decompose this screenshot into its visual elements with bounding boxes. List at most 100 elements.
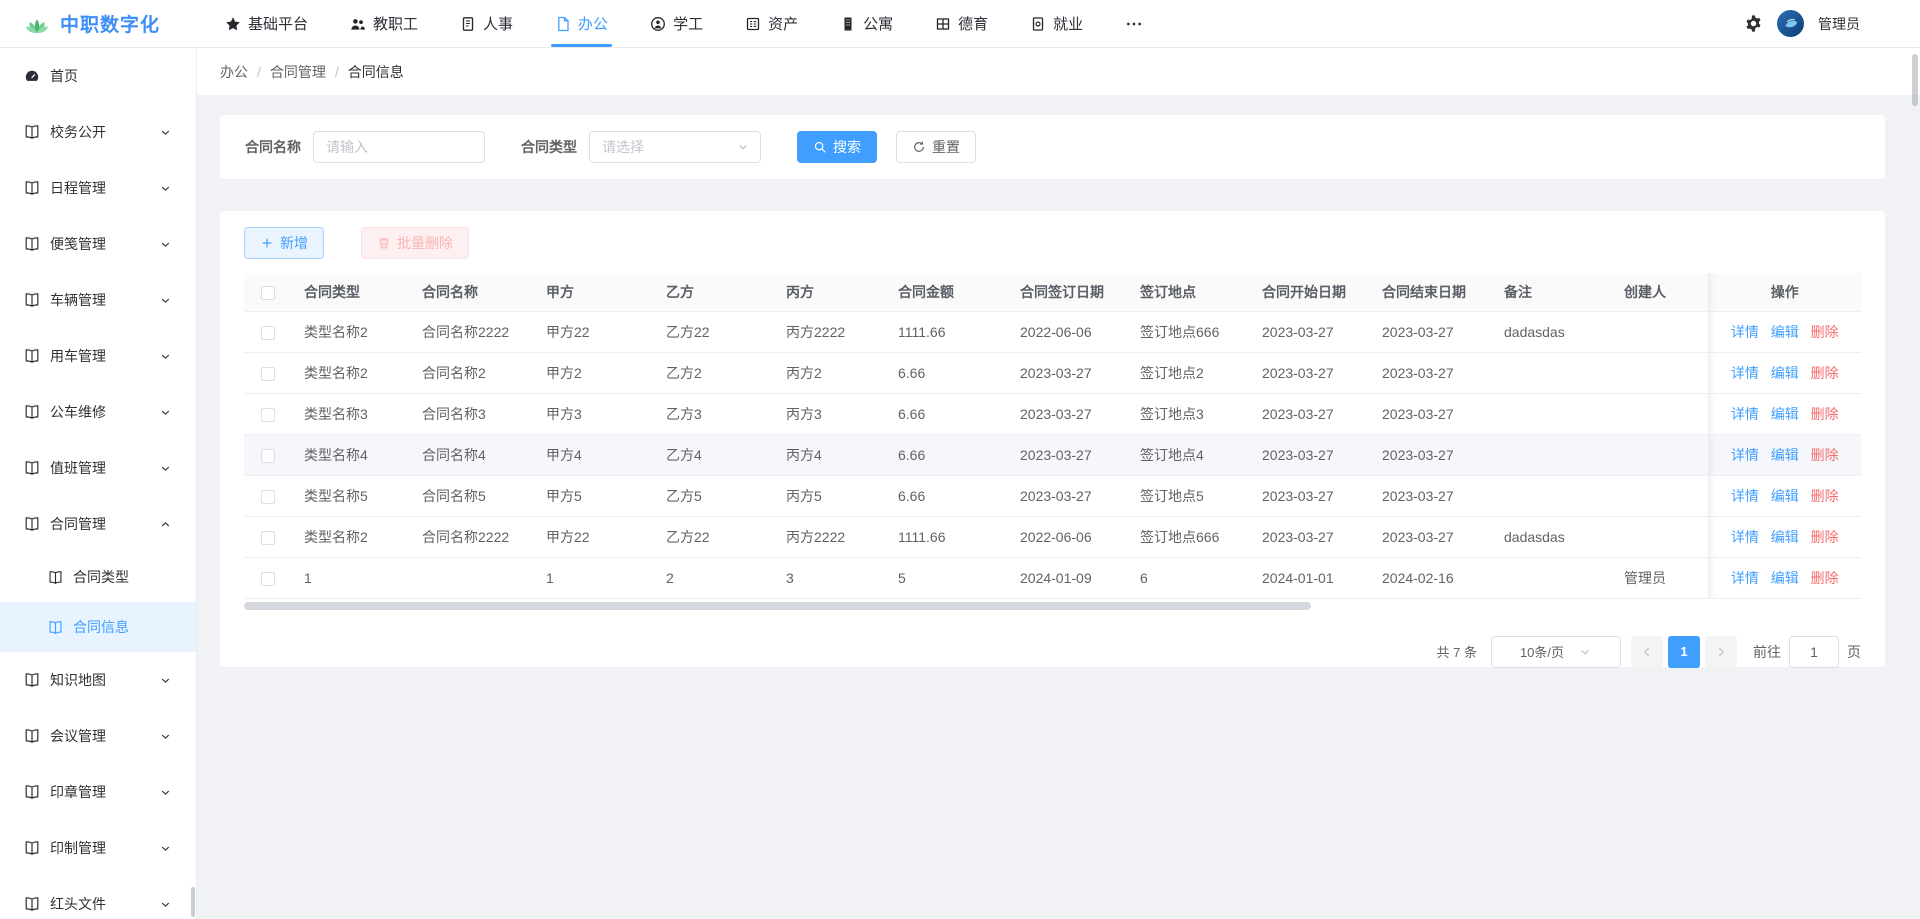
row-checkbox[interactable] (261, 490, 275, 504)
horizontal-scrollbar-thumb[interactable] (244, 602, 1311, 610)
nav-item-assets[interactable]: 资产 (745, 0, 798, 47)
nav-item-label: 教职工 (373, 13, 418, 34)
detail-link[interactable]: 详情 (1731, 488, 1759, 504)
page-scrollbar-thumb[interactable] (1912, 54, 1918, 106)
page-number-1[interactable]: 1 (1668, 636, 1700, 668)
table-cell: 甲方22 (534, 516, 654, 557)
delete-link[interactable]: 删除 (1811, 488, 1839, 504)
nav-item-base-platform[interactable]: 基础平台 (225, 0, 308, 47)
nav-item-office[interactable]: 办公 (555, 0, 608, 47)
delete-link[interactable]: 删除 (1811, 365, 1839, 381)
sidebar-item-memo[interactable]: 便笺管理 (0, 216, 196, 272)
edit-link[interactable]: 编辑 (1771, 447, 1799, 463)
table-cell: 丙方3 (774, 393, 886, 434)
table-cell: 2022-06-06 (1008, 516, 1128, 557)
edit-link[interactable]: 编辑 (1771, 529, 1799, 545)
avatar[interactable] (1777, 10, 1804, 37)
edit-link[interactable]: 编辑 (1771, 406, 1799, 422)
sidebar-item-home[interactable]: 首页 (0, 48, 196, 104)
table-cell: 签订地点2 (1128, 352, 1250, 393)
row-checkbox[interactable] (261, 449, 275, 463)
sidebar-item-school-affairs[interactable]: 校务公开 (0, 104, 196, 160)
detail-link[interactable]: 详情 (1731, 406, 1759, 422)
sidebar-item-vehicle[interactable]: 车辆管理 (0, 272, 196, 328)
add-button[interactable]: 新增 (244, 227, 324, 259)
row-checkbox[interactable] (261, 408, 275, 422)
delete-link[interactable]: 删除 (1811, 324, 1839, 340)
book-icon (24, 516, 40, 532)
sidebar-item-knowledge-map[interactable]: 知识地图 (0, 652, 196, 708)
table-header-row: 合同类型合同名称甲方乙方丙方合同金额合同签订日期签订地点合同开始日期合同结束日期… (244, 273, 1861, 311)
breadcrumb-item-office[interactable]: 办公 (220, 62, 248, 82)
nav-more-button[interactable] (1125, 15, 1143, 33)
nav-item-apartment[interactable]: 公寓 (840, 0, 893, 47)
sidebar-item-car-use[interactable]: 用车管理 (0, 328, 196, 384)
row-checkbox[interactable] (261, 326, 275, 340)
search-button[interactable]: 搜索 (797, 131, 877, 163)
sidebar-scrollbar-thumb[interactable] (191, 887, 195, 917)
sidebar-item-contract[interactable]: 合同管理 (0, 496, 196, 552)
goto-page-input[interactable] (1789, 636, 1839, 668)
table-cell: 甲方3 (534, 393, 654, 434)
prev-page-button[interactable] (1631, 636, 1663, 668)
delete-link[interactable]: 删除 (1811, 570, 1839, 586)
edit-link[interactable]: 编辑 (1771, 365, 1799, 381)
sidebar-item-meeting[interactable]: 会议管理 (0, 708, 196, 764)
delete-link[interactable]: 删除 (1811, 447, 1839, 463)
column-header: 备注 (1492, 273, 1612, 311)
table-cell: 6.66 (886, 352, 1008, 393)
nav-item-hr[interactable]: 人事 (460, 0, 513, 47)
page-unit-label: 页 (1847, 642, 1861, 662)
sidebar-item-seal[interactable]: 印章管理 (0, 764, 196, 820)
edit-link[interactable]: 编辑 (1771, 570, 1799, 586)
book-icon (24, 292, 40, 308)
detail-link[interactable]: 详情 (1731, 447, 1759, 463)
table-cell: 2023-03-27 (1250, 434, 1370, 475)
assets-icon (745, 16, 761, 32)
detail-link[interactable]: 详情 (1731, 365, 1759, 381)
row-checkbox[interactable] (261, 572, 275, 586)
page-size-select[interactable]: 10条/页 (1491, 636, 1621, 668)
batch-delete-button[interactable]: 批量删除 (361, 227, 469, 259)
table-cell: 2 (654, 557, 774, 598)
user-name[interactable]: 管理员 (1818, 14, 1860, 34)
detail-link[interactable]: 详情 (1731, 529, 1759, 545)
table-cell: 6 (1128, 557, 1250, 598)
sidebar-item-duty[interactable]: 值班管理 (0, 440, 196, 496)
edit-link[interactable]: 编辑 (1771, 324, 1799, 340)
contract-name-input[interactable] (313, 131, 485, 163)
column-header: 合同金额 (886, 273, 1008, 311)
contract-type-select[interactable]: 请选择 (589, 131, 761, 163)
table-cell: 乙方5 (654, 475, 774, 516)
table-cell (1612, 475, 1708, 516)
nav-item-employment[interactable]: 就业 (1030, 0, 1083, 47)
table-cell: 甲方22 (534, 311, 654, 352)
detail-link[interactable]: 详情 (1731, 570, 1759, 586)
sidebar-item-printing[interactable]: 印制管理 (0, 820, 196, 876)
table-cell: 2023-03-27 (1370, 434, 1492, 475)
column-header: 合同结束日期 (1370, 273, 1492, 311)
breadcrumb-item-contract-mgmt[interactable]: 合同管理 (270, 62, 326, 82)
sidebar-item-label: 校务公开 (50, 122, 159, 142)
detail-link[interactable]: 详情 (1731, 324, 1759, 340)
sidebar-item-red-head-file[interactable]: 红头文件 (0, 876, 196, 919)
sidebar-item-contract-info[interactable]: 合同信息 (0, 602, 196, 652)
nav-item-student-affairs[interactable]: 学工 (650, 0, 703, 47)
gear-icon[interactable] (1744, 14, 1763, 33)
sidebar-item-contract-type[interactable]: 合同类型 (0, 552, 196, 602)
sidebar-item-bus-repair[interactable]: 公车维修 (0, 384, 196, 440)
next-page-button[interactable] (1705, 636, 1737, 668)
main-area: 办公 / 合同管理 / 合同信息 合同名称 合同类型 请选择 (197, 48, 1920, 919)
delete-link[interactable]: 删除 (1811, 406, 1839, 422)
row-checkbox[interactable] (261, 531, 275, 545)
row-checkbox[interactable] (261, 367, 275, 381)
nav-item-moral-education[interactable]: 德育 (935, 0, 988, 47)
delete-link[interactable]: 删除 (1811, 529, 1839, 545)
select-all-checkbox[interactable] (261, 286, 275, 300)
active-tab-underline (551, 44, 612, 47)
edit-link[interactable]: 编辑 (1771, 488, 1799, 504)
sidebar-item-schedule[interactable]: 日程管理 (0, 160, 196, 216)
nav-item-staff[interactable]: 教职工 (350, 0, 418, 47)
reset-button[interactable]: 重置 (896, 131, 976, 163)
table-cell: 2023-03-27 (1250, 311, 1370, 352)
